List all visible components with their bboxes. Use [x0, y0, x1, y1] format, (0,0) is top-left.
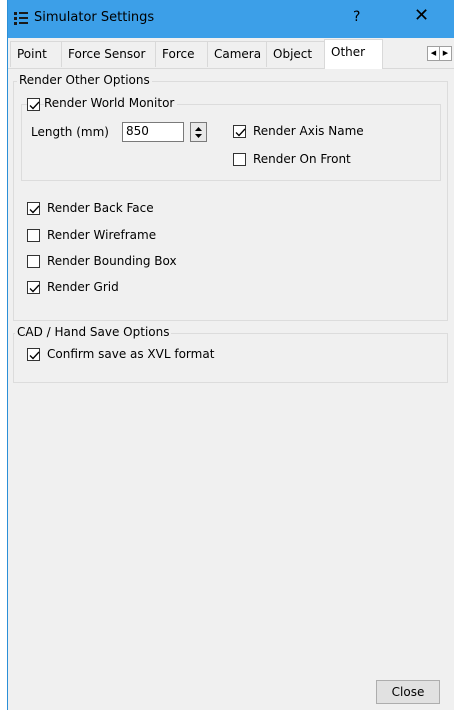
tab-force[interactable]: Force: [155, 41, 208, 67]
tab-panel-other: Render Other Options Render World Monito…: [8, 68, 454, 681]
title-bar[interactable]: Simulator Settings ? ✕: [8, 0, 454, 38]
render-axis-name-label: Render Axis Name: [253, 124, 364, 138]
render-back-face-label: Render Back Face: [47, 201, 154, 215]
render-bounding-box-label: Render Bounding Box: [47, 254, 177, 268]
app-settings-icon: [13, 10, 29, 26]
tab-label: Force: [162, 47, 195, 61]
close-button[interactable]: Close: [376, 680, 440, 704]
confirm-xvl-checkbox[interactable]: [27, 348, 40, 361]
world-monitor-group: [21, 104, 441, 181]
window-title: Simulator Settings: [34, 10, 155, 25]
render-bounding-box-checkbox[interactable]: [27, 255, 40, 268]
render-world-monitor-checkbox[interactable]: [27, 98, 40, 111]
tab-label: Camera: [214, 47, 262, 61]
tab-camera[interactable]: Camera: [207, 41, 267, 67]
close-button-label: Close: [391, 685, 425, 699]
length-label: Length (mm): [31, 125, 109, 139]
tab-label: Force Sensor: [68, 47, 146, 61]
length-value: 850: [126, 124, 149, 138]
tab-label: Other: [331, 45, 366, 59]
render-grid-checkbox[interactable]: [27, 281, 40, 294]
render-on-front-label: Render On Front: [253, 152, 351, 166]
render-world-monitor-label: Render World Monitor: [44, 96, 178, 110]
tab-label: Point: [17, 47, 47, 61]
tab-other[interactable]: Other: [324, 39, 383, 69]
length-spinner[interactable]: [190, 122, 207, 142]
tab-object[interactable]: Object: [266, 41, 325, 67]
tab-scroll-right-icon[interactable]: ▶: [439, 46, 452, 61]
help-button[interactable]: ?: [353, 9, 360, 25]
length-input[interactable]: 850: [122, 122, 184, 142]
settings-window: Simulator Settings ? ✕ Point Force Senso…: [7, 0, 454, 710]
render-wireframe-checkbox[interactable]: [27, 229, 40, 242]
tab-label: Object: [273, 47, 313, 61]
render-on-front-checkbox[interactable]: [233, 153, 246, 166]
cad-save-title: CAD / Hand Save Options: [15, 325, 172, 339]
render-wireframe-label: Render Wireframe: [47, 228, 157, 242]
render-back-face-checkbox[interactable]: [27, 202, 40, 215]
render-other-title: Render Other Options: [17, 73, 152, 87]
tab-force-sensor[interactable]: Force Sensor: [61, 41, 156, 67]
close-window-icon[interactable]: ✕: [414, 6, 429, 26]
render-grid-label: Render Grid: [47, 280, 119, 294]
tab-point[interactable]: Point: [10, 41, 62, 67]
render-axis-name-checkbox[interactable]: [233, 125, 246, 138]
confirm-xvl-label: Confirm save as XVL format: [47, 347, 215, 361]
